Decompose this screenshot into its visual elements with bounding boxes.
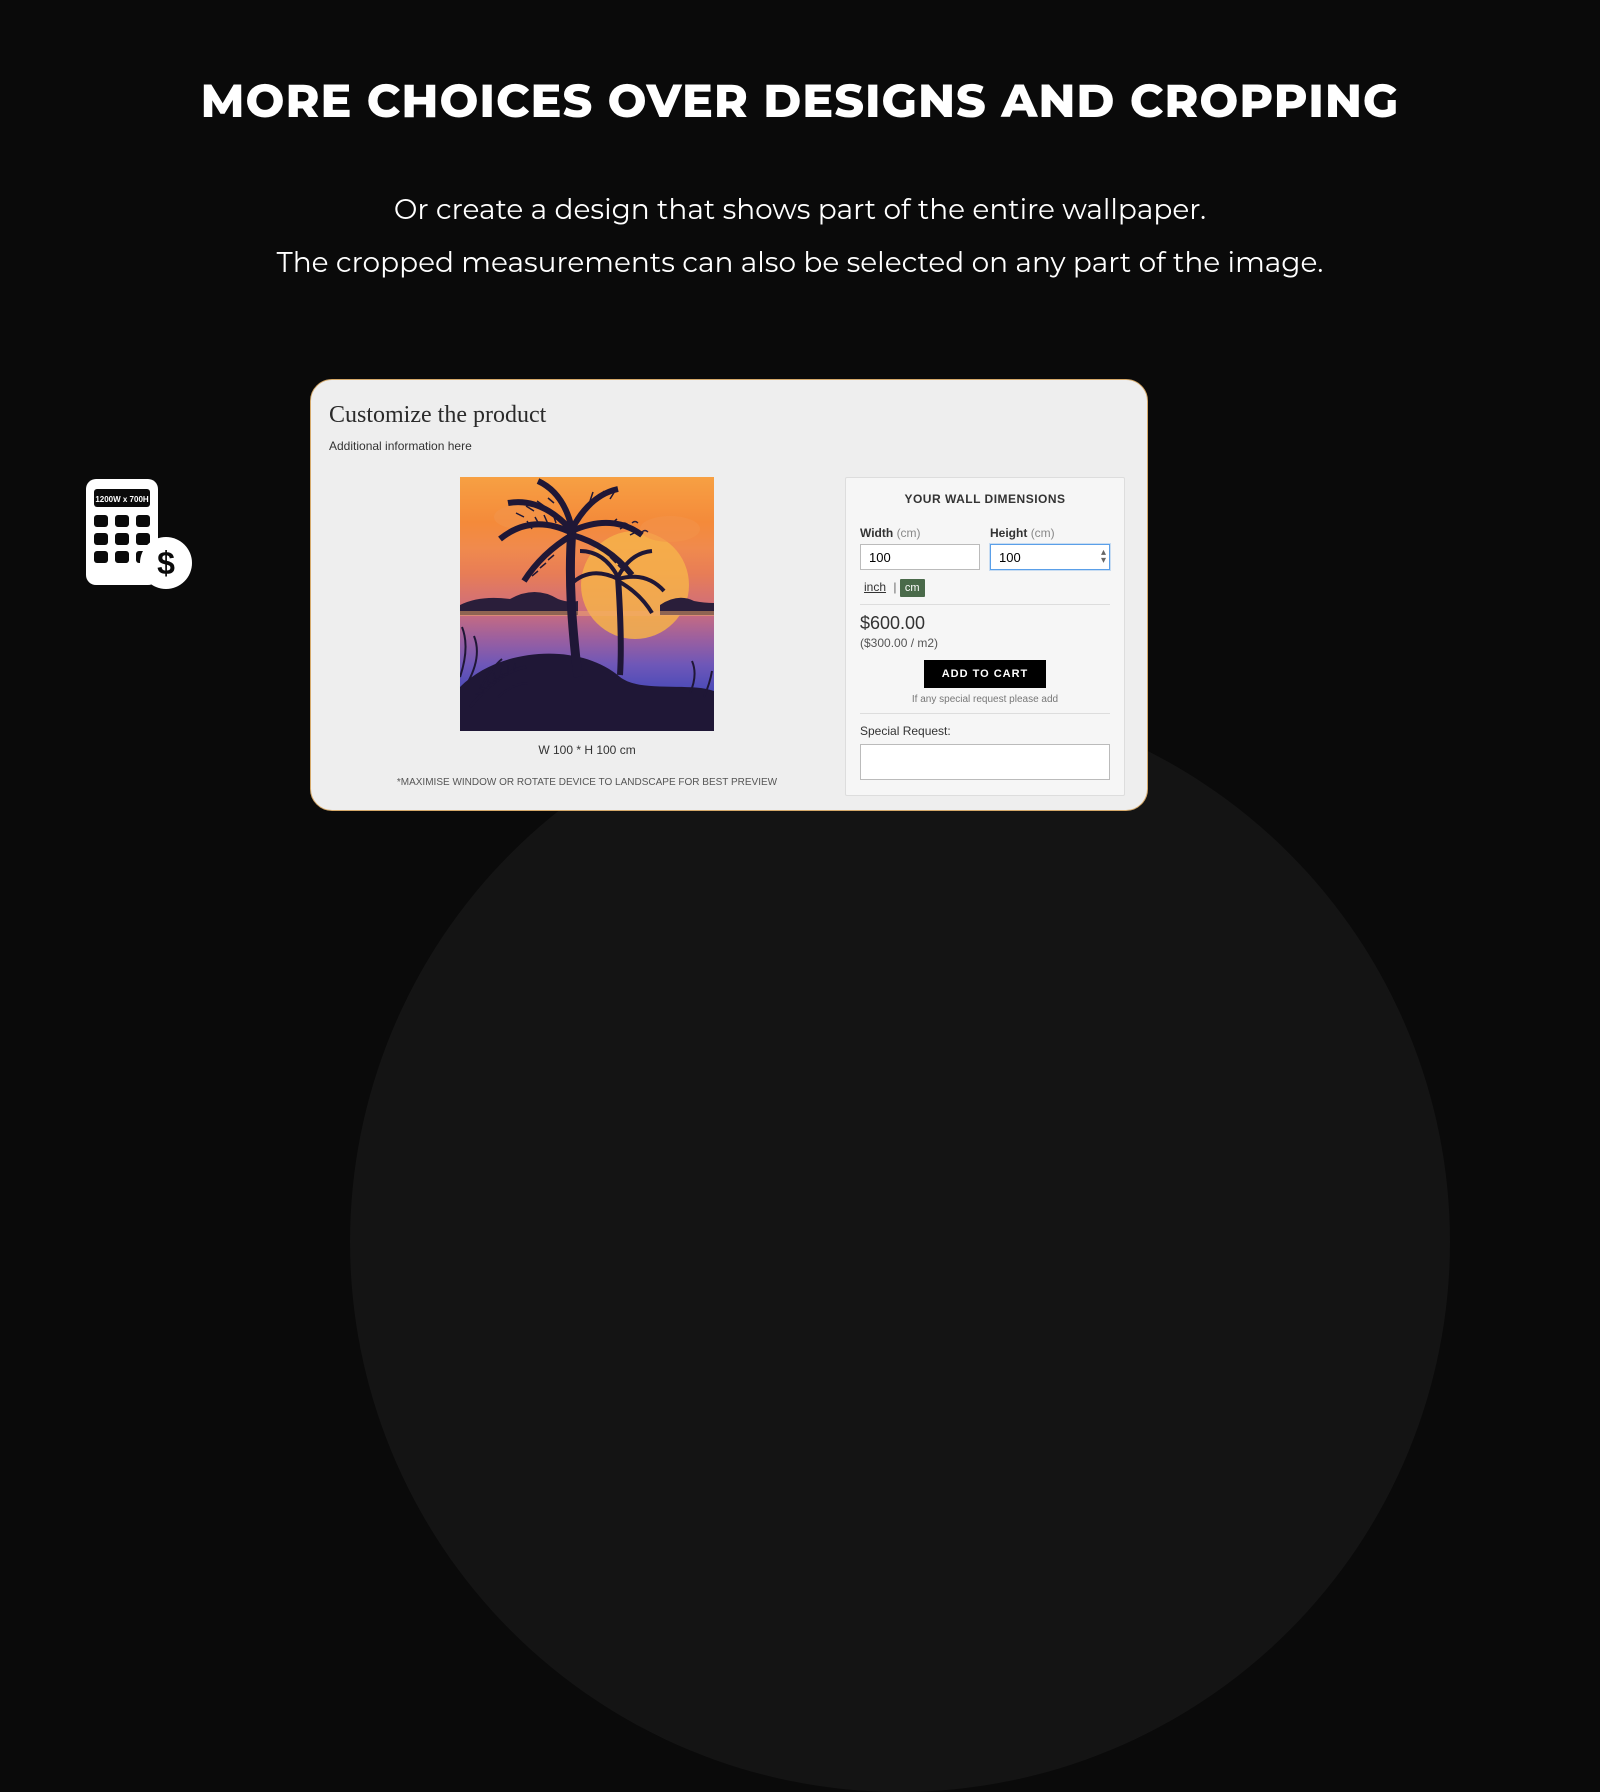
height-input[interactable]: [990, 544, 1110, 570]
price-per-m2: ($300.00 / m2): [860, 636, 1110, 650]
subtitle-line-1: Or create a design that shows part of th…: [0, 184, 1600, 237]
card-subtitle: Additional information here: [329, 439, 1129, 453]
unit-cm-toggle[interactable]: cm: [900, 579, 925, 597]
page-subtitle: Or create a design that shows part of th…: [0, 184, 1600, 290]
calculator-dollar-icon: 1200W x 700H $: [82, 477, 196, 596]
height-label: Height (cm): [990, 526, 1110, 540]
page-title: MORE CHOICES OVER DESIGNS AND CROPPING: [0, 72, 1600, 129]
svg-text:$: $: [157, 545, 175, 581]
dimensions-panel: YOUR WALL DIMENSIONS Width (cm) Height (…: [845, 477, 1125, 796]
preview-note: *MAXIMISE WINDOW OR ROTATE DEVICE TO LAN…: [397, 777, 777, 788]
product-customize-card: Customize the product Additional informa…: [310, 379, 1148, 811]
svg-text:1200W x 700H: 1200W x 700H: [95, 495, 149, 504]
dimensions-header: YOUR WALL DIMENSIONS: [860, 492, 1110, 506]
special-request-input[interactable]: [860, 744, 1110, 780]
width-label: Width (cm): [860, 526, 980, 540]
price-value: $600.00: [860, 613, 1110, 634]
card-title: Customize the product: [329, 402, 1129, 429]
unit-inch-toggle[interactable]: inch: [860, 578, 890, 596]
height-stepper[interactable]: ▴ ▾: [1101, 550, 1106, 564]
divider: [860, 604, 1110, 605]
subtitle-line-2: The cropped measurements can also be sel…: [0, 237, 1600, 290]
preview-column: W 100 * H 100 cm *MAXIMISE WINDOW OR ROT…: [329, 477, 845, 796]
preview-image[interactable]: [460, 477, 714, 731]
width-input[interactable]: [860, 544, 980, 570]
decorative-circle: [350, 692, 1450, 1792]
add-to-cart-button[interactable]: ADD TO CART: [924, 660, 1047, 688]
chevron-down-icon[interactable]: ▾: [1101, 558, 1106, 564]
preview-caption: W 100 * H 100 cm: [538, 743, 635, 757]
unit-separator: |: [893, 580, 896, 594]
special-request-label: Special Request:: [860, 724, 1110, 738]
cart-note: If any special request please add: [912, 694, 1058, 705]
